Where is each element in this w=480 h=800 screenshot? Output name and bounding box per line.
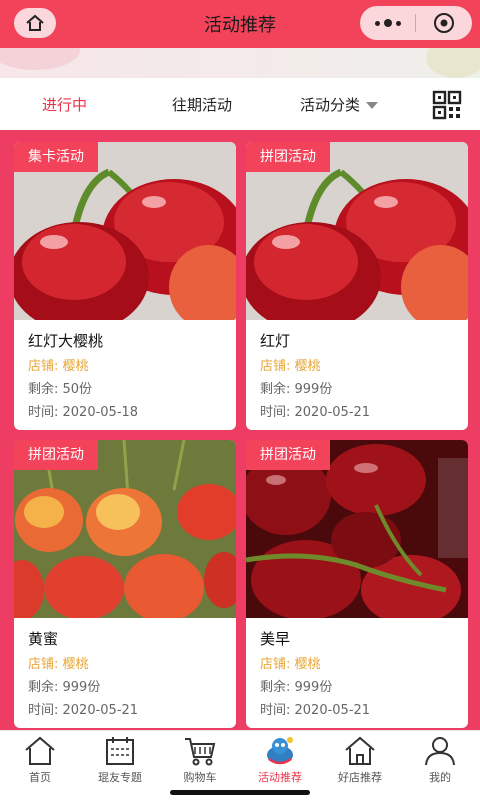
home-indicator[interactable] [170,790,310,795]
mini-program-capsule [360,6,472,40]
dropdown-arrow-icon [366,102,379,109]
shop-name[interactable]: 店铺: 樱桃 [28,355,89,374]
activity-card[interactable]: 集卡活动 红灯大樱桃 店铺: 樱桃 剩余: 50份 时间: 2020-05-18 [14,142,236,430]
remaining-count: 剩余: 50份 [28,382,93,397]
nav-label: 好店推荐 [338,771,382,784]
activity-list: 集卡活动 红灯大樱桃 店铺: 樱桃 剩余: 50份 时间: 2020-05-18… [0,130,480,730]
product-name: 美早 [260,630,291,648]
shop-name[interactable]: 店铺: 樱桃 [260,653,321,672]
app-header: 活动推荐 [0,0,480,48]
banner-decoration [0,48,80,70]
cart-icon [185,738,216,766]
nav-home[interactable]: 首页 [0,731,80,786]
nav-shops[interactable]: 好店推荐 [320,731,400,786]
calendar-icon [106,737,134,765]
nav-label: 我的 [429,771,451,784]
remaining-count: 剩余: 999份 [260,680,333,695]
activity-time: 时间: 2020-05-21 [28,703,139,718]
product-name: 红灯大樱桃 [28,332,104,350]
tab-past[interactable]: 往期活动 [172,94,232,115]
product-name: 黄蜜 [28,630,59,648]
nav-cart[interactable]: 购物车 [160,731,240,786]
nav-activity[interactable]: 活动推荐 [240,731,320,786]
activity-time: 时间: 2020-05-21 [260,703,371,718]
activity-time: 时间: 2020-05-21 [260,405,371,420]
remaining-count: 剩余: 999份 [260,382,333,397]
tab-ongoing[interactable]: 进行中 [42,94,87,115]
nav-topics[interactable]: 琨友专题 [80,731,160,786]
shop-name[interactable]: 店铺: 樱桃 [28,653,89,672]
activity-type-tag: 拼团活动 [246,142,330,172]
activity-card[interactable]: 拼团活动 美早 店铺: 樱桃 剩余: 999份 时间: 2020-05-21 [246,440,468,728]
nav-label: 首页 [29,771,51,784]
remaining-count: 剩余: 999份 [28,680,101,695]
home-icon [25,736,55,765]
shop-icon [345,736,375,765]
tab-category[interactable]: 活动分类 [300,94,379,115]
activity-time: 时间: 2020-05-18 [28,405,139,420]
nav-label: 活动推荐 [258,771,302,784]
activity-card[interactable]: 拼团活动 红灯 店铺: 樱桃 剩余: 999份 时间: 2020-05-21 [246,142,468,430]
banner-strip [0,48,480,78]
tab-bar: 进行中 往期活动 活动分类 [0,78,480,130]
banner-decoration [426,48,480,78]
shop-name[interactable]: 店铺: 樱桃 [260,355,321,374]
close-target-button[interactable] [416,12,472,34]
mascot-icon [267,737,293,765]
activity-type-tag: 集卡活动 [14,142,98,172]
activity-type-tag: 拼团活动 [14,440,98,470]
tab-category-label: 活动分类 [300,96,361,114]
nav-mine[interactable]: 我的 [400,731,480,786]
nav-label: 购物车 [183,771,217,784]
qr-code-icon [432,90,462,120]
user-icon [425,737,455,766]
target-icon [434,13,454,33]
nav-label: 琨友专题 [98,771,142,784]
qr-code-button[interactable] [432,90,462,120]
bottom-nav: 首页 琨友专题 购物车 活动推荐 好店推荐 我的 [0,730,480,786]
product-name: 红灯 [260,332,291,350]
more-dots-icon[interactable] [360,19,415,27]
activity-type-tag: 拼团活动 [246,440,330,470]
activity-card[interactable]: 拼团活动 黄蜜 店铺: 樱桃 剩余: 999份 时间: 2020-05-21 [14,440,236,728]
